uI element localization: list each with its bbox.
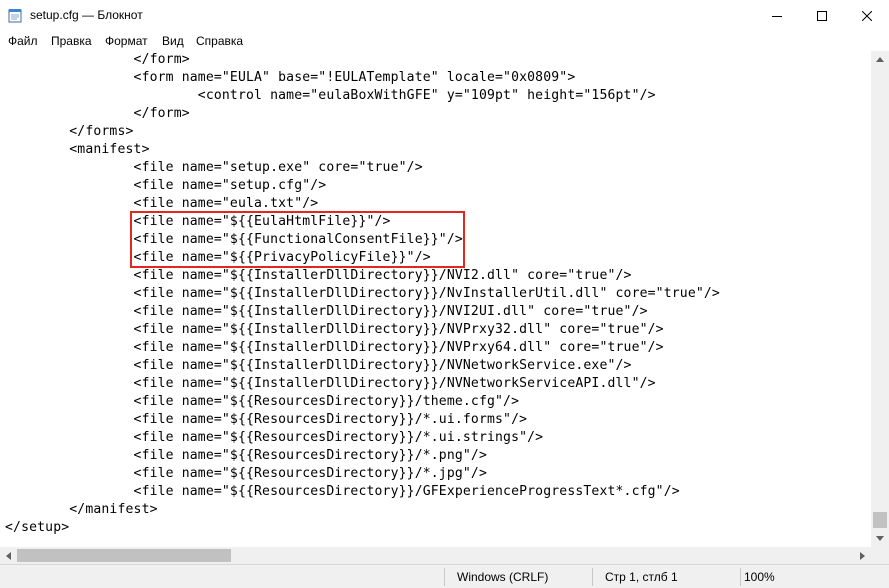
code-line: </forms> xyxy=(5,124,134,139)
code-line: <file name="${{InstallerDllDirectory}}/N… xyxy=(5,358,632,373)
menu-file[interactable]: Файл xyxy=(8,34,38,48)
code-line: <file name="setup.cfg"/> xyxy=(5,178,327,193)
code-line: <file name="${{ResourcesDirectory}}/*.ui… xyxy=(5,430,544,445)
close-icon xyxy=(861,10,872,21)
code-line: <file name="${{ResourcesDirectory}}/*.ui… xyxy=(5,412,528,427)
chevron-right-icon xyxy=(860,551,865,560)
menu-format[interactable]: Формат xyxy=(105,34,148,48)
code-line: </manifest> xyxy=(5,502,158,517)
title-bar[interactable]: setup.cfg — Блокнот xyxy=(0,0,889,31)
notepad-icon xyxy=(8,9,22,23)
scrollbar-corner xyxy=(871,547,889,564)
code-line: <file name="setup.exe" core="true"/> xyxy=(5,160,423,175)
window-title: setup.cfg — Блокнот xyxy=(30,8,143,22)
code-line: <file name="${{ResourcesDirectory}}/*.jp… xyxy=(5,466,487,481)
cursor-position-status: Стр 1, стлб 1 xyxy=(605,570,678,584)
menu-edit[interactable]: Правка xyxy=(51,34,92,48)
minimize-button[interactable] xyxy=(754,0,799,31)
status-bar: Windows (CRLF) Стр 1, стлб 1 100% xyxy=(0,564,889,588)
scroll-up-button[interactable] xyxy=(871,51,889,68)
scroll-right-button[interactable] xyxy=(854,547,871,564)
code-line: </setup> xyxy=(5,520,70,535)
horizontal-scroll-thumb[interactable] xyxy=(17,549,231,562)
maximize-button[interactable] xyxy=(799,0,844,31)
scroll-left-button[interactable] xyxy=(0,547,17,564)
code-line: <file name="${{ResourcesDirectory}}/them… xyxy=(5,394,520,409)
code-line: <file name="${{ResourcesDirectory}}/GFEx… xyxy=(5,484,680,499)
code-line: <manifest> xyxy=(5,142,150,157)
maximize-icon xyxy=(816,10,827,21)
menu-help[interactable]: Справка xyxy=(196,34,243,48)
code-line: <file name="${{InstallerDllDirectory}}/N… xyxy=(5,268,632,283)
status-separator xyxy=(740,568,741,586)
line-ending-status: Windows (CRLF) xyxy=(457,570,549,584)
code-line: <file name="eula.txt"/> xyxy=(5,196,319,211)
scroll-down-button[interactable] xyxy=(871,530,889,547)
chevron-up-icon xyxy=(876,57,884,62)
code-line: <form name="EULA" base="!EULATemplate" l… xyxy=(5,70,576,85)
code-line: <file name="${{EulaHtmlFile}}"/> xyxy=(5,214,391,229)
status-separator xyxy=(592,568,593,586)
menu-bar: Файл Правка Формат Вид Справка xyxy=(0,31,889,51)
status-separator xyxy=(444,568,445,586)
code-line: <file name="${{ResourcesDirectory}}/*.pn… xyxy=(5,448,487,463)
code-line: <file name="${{InstallerDllDirectory}}/N… xyxy=(5,340,664,355)
horizontal-scrollbar[interactable] xyxy=(0,547,871,564)
code-line: <file name="${{FunctionalConsentFile}}"/… xyxy=(5,232,463,247)
zoom-status: 100% xyxy=(744,570,775,584)
code-line: <file name="${{InstallerDllDirectory}}/N… xyxy=(5,304,648,319)
text-editor[interactable]: </form> <form name="EULA" base="!EULATem… xyxy=(0,51,871,547)
close-button[interactable] xyxy=(844,0,889,31)
chevron-down-icon xyxy=(876,536,884,541)
code-line: </form> xyxy=(5,52,190,67)
code-line: <file name="${{PrivacyPolicyFile}}"/> xyxy=(5,250,431,265)
chevron-left-icon xyxy=(6,551,11,560)
vertical-scrollbar[interactable] xyxy=(871,51,889,547)
code-line: <file name="${{InstallerDllDirectory}}/N… xyxy=(5,286,720,301)
menu-view[interactable]: Вид xyxy=(162,34,184,48)
code-line: <file name="${{InstallerDllDirectory}}/N… xyxy=(5,376,656,391)
code-line: <control name="eulaBoxWithGFE" y="109pt"… xyxy=(5,88,656,103)
vertical-scroll-thumb[interactable] xyxy=(873,512,887,528)
minimize-icon xyxy=(771,15,782,17)
code-line: <file name="${{InstallerDllDirectory}}/N… xyxy=(5,322,664,337)
code-line: </form> xyxy=(5,106,190,121)
